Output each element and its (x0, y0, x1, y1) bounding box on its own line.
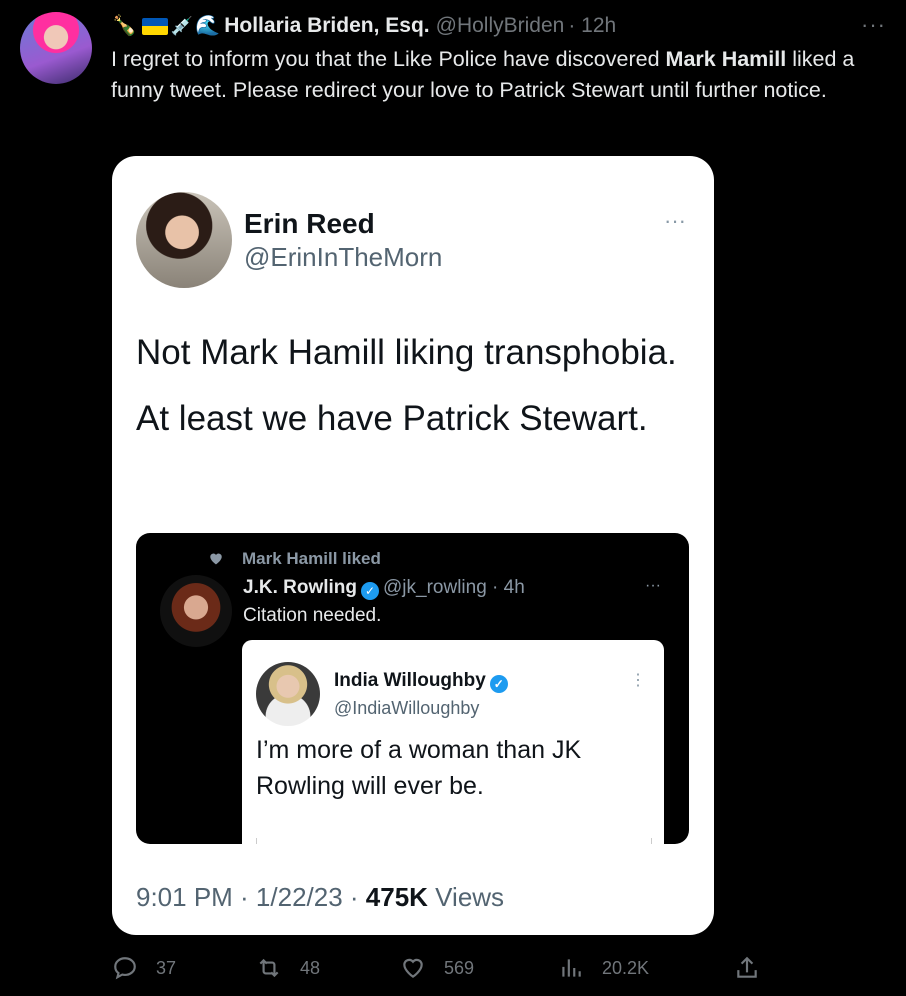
like-count: 569 (444, 957, 475, 978)
card-more-icon: ··· (664, 208, 686, 233)
tweet-text-bold: Mark Hamill (665, 47, 787, 71)
card-meta-time: 9:01 PM · 1/22/23 · (136, 882, 366, 912)
card-meta: 9:01 PM · 1/22/23 · 475K Views (136, 882, 504, 913)
author-avatar[interactable] (20, 12, 92, 84)
card-text-line: At least we have Patrick Stewart. (136, 399, 648, 438)
retweet-count: 48 (300, 957, 321, 978)
views-icon (562, 959, 581, 977)
card-tweet-text: Not Mark Hamill liking transphobia. At l… (136, 326, 696, 458)
author-name[interactable]: Hollaria Briden, Esq. (224, 14, 429, 38)
author-handle[interactable]: @HollyBriden (436, 14, 565, 38)
tweet-text-part: I regret to inform you that the Like Pol… (111, 47, 666, 71)
embedded-screenshot: Mark Hamill liked J.K. Rowling ✓ @jk_rowli… (136, 533, 689, 844)
verified-badge-icon: ✓ (489, 675, 508, 693)
jk-rowling-avatar (160, 575, 232, 647)
tweet-header: 🍾 💉 🌊 Hollaria Briden, Esq. @HollyBriden… (112, 12, 886, 40)
reply-icon (114, 957, 136, 980)
jk-handle: @jk_rowling · 4h (383, 577, 525, 598)
divider (256, 838, 257, 844)
india-more-icon: ⋮ (630, 672, 646, 689)
more-options-icon[interactable]: ··· (861, 12, 886, 38)
jk-header: J.K. Rowling ✓ @jk_rowling · 4h (243, 577, 525, 600)
syringe-emoji-icon: 💉 (170, 16, 194, 36)
card-views-label: Views (427, 882, 505, 912)
card-text-line: Not Mark Hamill liking transphobia. (136, 333, 677, 372)
india-name-text: India Willoughby (334, 670, 486, 691)
india-name: India Willoughby ✓ (334, 670, 512, 693)
liked-notice: Mark Hamill liked (242, 549, 381, 568)
wave-emoji-icon: 🌊 (195, 15, 221, 37)
views-count: 20.2K (602, 957, 650, 978)
bottle-emoji-icon: 🍾 (112, 15, 137, 37)
divider (651, 838, 652, 844)
retweet-icon (259, 958, 279, 978)
card-author-handle: @ErinInTheMorn (244, 242, 443, 272)
views-button[interactable]: 20.2K (558, 955, 649, 981)
like-button[interactable]: 569 (400, 955, 474, 981)
retweet-button[interactable]: 48 (256, 955, 320, 981)
share-button[interactable] (734, 955, 778, 981)
reply-button[interactable]: 37 (112, 955, 176, 981)
action-bar: 37 48 569 20.2K (112, 955, 762, 985)
india-handle: @IndiaWilloughby (334, 698, 480, 718)
card-views-count: 475K (365, 882, 428, 912)
india-avatar (256, 662, 320, 726)
card-author-name: Erin Reed (244, 208, 375, 239)
erin-avatar (136, 192, 232, 288)
ukraine-flag-icon (141, 17, 168, 35)
verified-badge-icon: ✓ (361, 582, 379, 600)
tweet-text: I regret to inform you that the Like Pol… (111, 44, 891, 106)
share-icon (737, 956, 757, 978)
jk-more-icon: ··· (645, 577, 661, 594)
tweet-time[interactable]: · 12h (568, 14, 616, 38)
jk-tweet-text: Citation needed. (243, 605, 382, 626)
heart-icon (210, 553, 222, 565)
india-tweet-text: I’m more of a woman than JK Rowling will… (256, 736, 582, 800)
quoted-tweet: India Willoughby ✓ @IndiaWilloughby ⋮ I’m… (242, 640, 664, 844)
like-icon (403, 958, 423, 978)
attached-image[interactable]: Erin Reed @ErinInTheMorn ··· Not Mark Ha… (112, 156, 714, 935)
reply-count: 37 (156, 957, 177, 978)
jk-name: J.K. Rowling (243, 577, 357, 598)
